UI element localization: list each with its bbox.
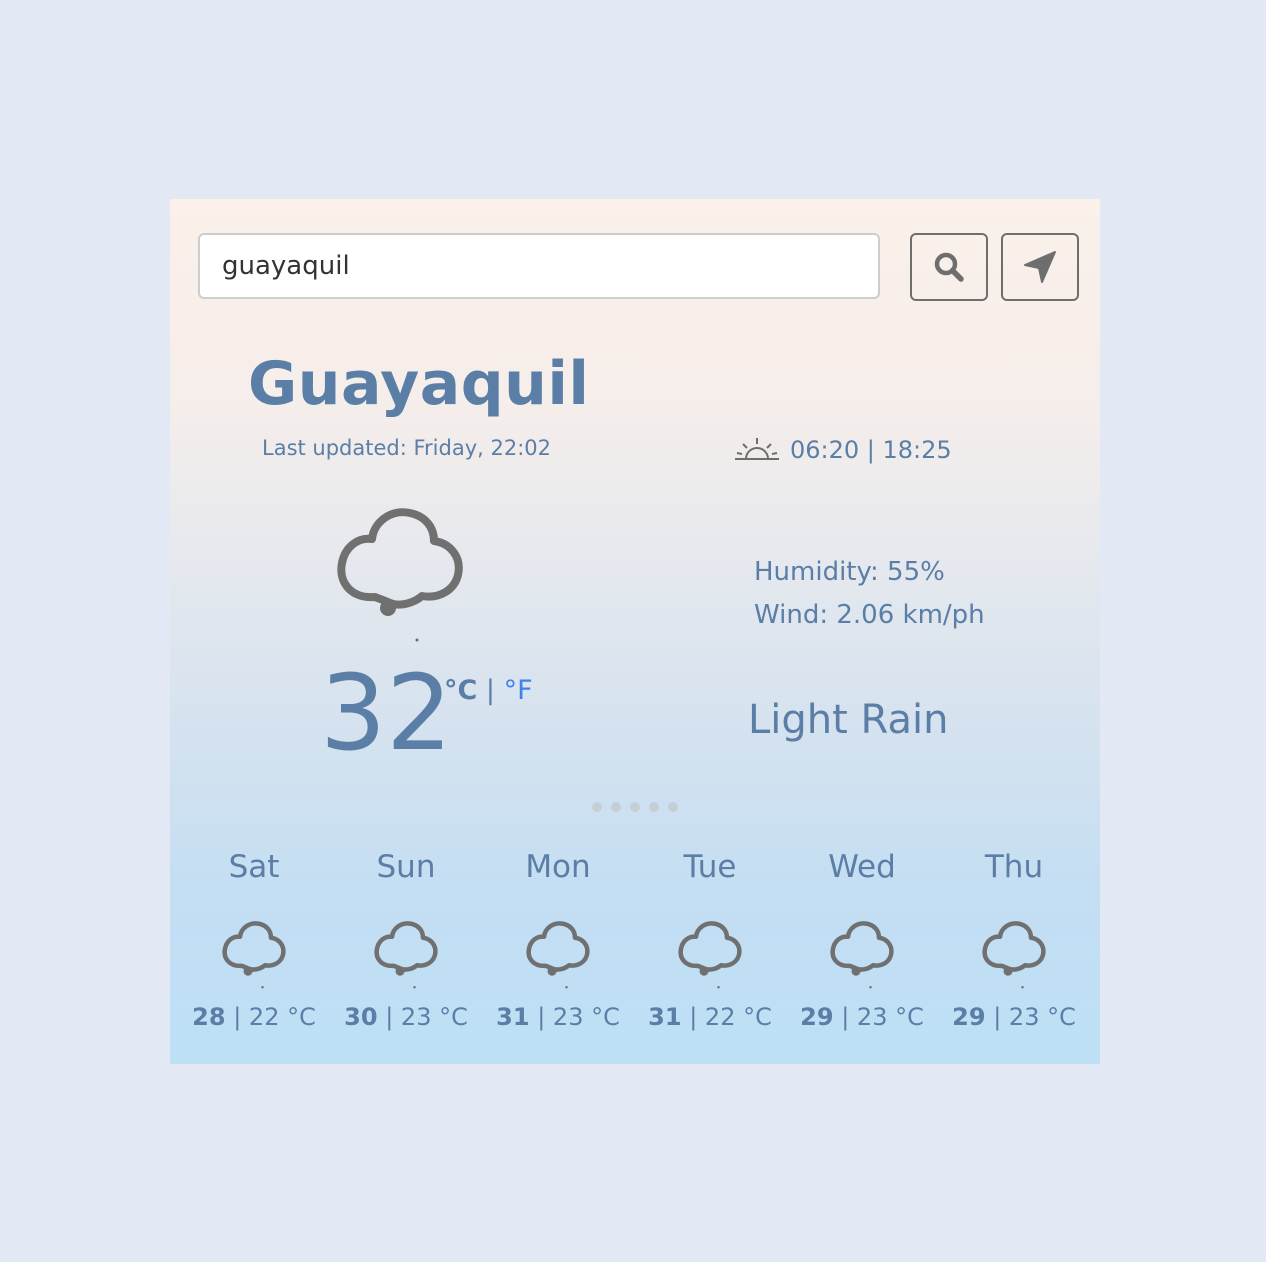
- sunrise-icon: [735, 438, 779, 460]
- forecast-low: | 23 °C: [537, 1003, 620, 1031]
- forecast-day: Mon 31 | 23 °C: [482, 839, 634, 1031]
- pagination-dot[interactable]: [630, 802, 640, 812]
- pagination-dot[interactable]: [592, 802, 602, 812]
- pagination-dot[interactable]: [649, 802, 659, 812]
- search-input[interactable]: [198, 233, 880, 299]
- rain-cloud-icon: [374, 921, 438, 989]
- forecast-day-name: Thu: [984, 849, 1044, 885]
- forecast-high: 29: [800, 1003, 834, 1031]
- pagination-dot[interactable]: [668, 802, 678, 812]
- forecast-temps: 31 | 23 °C: [482, 1003, 634, 1031]
- weather-stats: Humidity: 55% Wind: 2.06 km/ph: [754, 551, 985, 637]
- rain-cloud-icon: [222, 921, 286, 989]
- weather-card: Guayaquil Last updated: Friday, 22:02 06…: [170, 199, 1100, 1064]
- forecast-day-name: Sun: [376, 849, 436, 885]
- rain-cloud-icon: [982, 921, 1046, 989]
- current-weather-icon: [330, 499, 470, 648]
- rain-cloud-icon: [526, 921, 590, 989]
- sun-times-text: 06:20 | 18:25: [790, 436, 952, 464]
- forecast-row: Sat 28 | 22 °C Sun 30 | 23 °C Mon 31 | 2…: [178, 839, 1090, 1031]
- search-button[interactable]: [910, 233, 988, 301]
- forecast-low: | 23 °C: [841, 1003, 924, 1031]
- forecast-day: Sun 30 | 23 °C: [330, 839, 482, 1031]
- unit-separator: |: [485, 675, 496, 706]
- forecast-day: Sat 28 | 22 °C: [178, 839, 330, 1031]
- forecast-high: 30: [344, 1003, 378, 1031]
- forecast-temps: 29 | 23 °C: [786, 1003, 938, 1031]
- forecast-temps: 29 | 23 °C: [938, 1003, 1090, 1031]
- forecast-icon: [330, 915, 482, 991]
- forecast-day: Thu 29 | 23 °C: [938, 839, 1090, 1031]
- weather-description: Light Rain: [748, 697, 949, 743]
- wind-speed: Wind: 2.06 km/ph: [754, 600, 985, 630]
- last-updated: Last updated: Friday, 22:02: [262, 436, 552, 460]
- rain-cloud-icon: [830, 921, 894, 989]
- forecast-day-name: Mon: [525, 849, 591, 885]
- forecast-low: | 22 °C: [689, 1003, 772, 1031]
- forecast-icon: [786, 915, 938, 991]
- forecast-temps: 28 | 22 °C: [178, 1003, 330, 1031]
- forecast-icon: [178, 915, 330, 991]
- forecast-day-name: Tue: [683, 849, 737, 885]
- fahrenheit-link[interactable]: °F: [504, 675, 533, 706]
- rain-cloud-icon: [337, 508, 463, 642]
- forecast-high: 29: [952, 1003, 986, 1031]
- forecast-day-name: Sat: [228, 849, 280, 885]
- forecast-icon: [634, 915, 786, 991]
- humidity: Humidity: 55%: [754, 557, 945, 587]
- forecast-temps: 31 | 22 °C: [634, 1003, 786, 1031]
- forecast-day: Tue 31 | 22 °C: [634, 839, 786, 1031]
- forecast-icon: [482, 915, 634, 991]
- forecast-high: 31: [648, 1003, 682, 1031]
- city-name: Guayaquil: [248, 349, 590, 419]
- forecast-temps: 30 | 23 °C: [330, 1003, 482, 1031]
- search-icon: [934, 252, 964, 282]
- forecast-high: 31: [496, 1003, 530, 1031]
- location-arrow-icon: [1024, 251, 1056, 283]
- forecast-day-name: Wed: [828, 849, 896, 885]
- forecast-low: | 23 °C: [993, 1003, 1076, 1031]
- unit-toggle: °C | °F: [444, 675, 533, 706]
- celsius-unit: °C: [444, 675, 478, 706]
- forecast-low: | 23 °C: [385, 1003, 468, 1031]
- rain-cloud-icon: [678, 921, 742, 989]
- current-temperature: 32: [320, 652, 453, 774]
- sun-times: 06:20 | 18:25: [734, 435, 952, 465]
- pagination-dots: [592, 802, 678, 812]
- forecast-low: | 22 °C: [233, 1003, 316, 1031]
- forecast-day: Wed 29 | 23 °C: [786, 839, 938, 1031]
- pagination-dot[interactable]: [611, 802, 621, 812]
- forecast-high: 28: [192, 1003, 226, 1031]
- forecast-icon: [938, 915, 1090, 991]
- current-location-button[interactable]: [1001, 233, 1079, 301]
